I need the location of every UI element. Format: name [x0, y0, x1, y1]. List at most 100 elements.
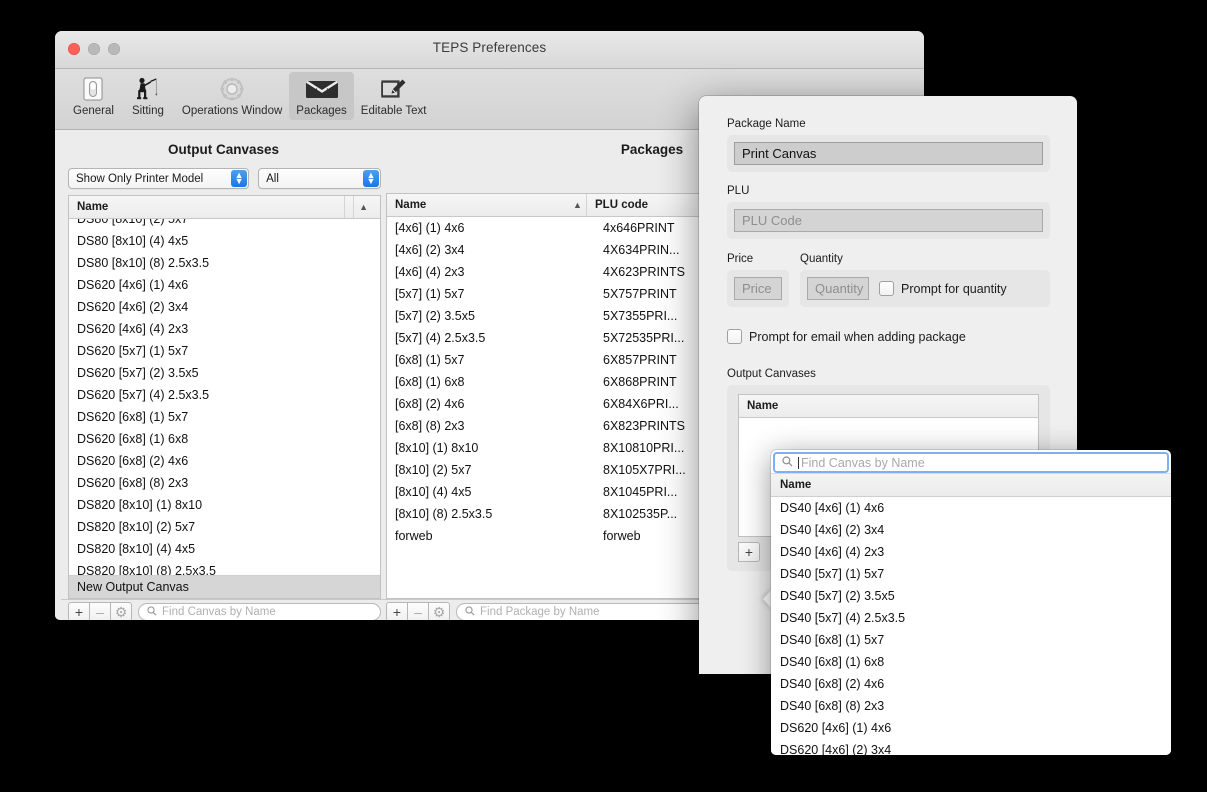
table-row[interactable]: DS80 [8x10] (8) 2.5x3.5 [69, 252, 380, 274]
table-row[interactable]: DS820 [8x10] (4) 4x5 [69, 538, 380, 560]
column-header-name[interactable]: Name [69, 196, 344, 218]
canvas-search-input[interactable]: Find Canvas by Name [138, 603, 381, 620]
output-canvases-table-body[interactable]: DS80 [8x10] (2) 5x7 DS80 [8x10] (4) 4x5 DS… [69, 219, 380, 575]
table-row[interactable]: DS80 [8x10] (2) 5x7 [69, 219, 380, 230]
output-canvas-name: DS620 [5x7] (1) 5x7 [77, 344, 189, 358]
list-item[interactable]: DS40 [6x8] (2) 4x6 [771, 673, 1171, 695]
package-name: [4x6] (1) 4x6 [395, 221, 465, 235]
list-item[interactable]: DS40 [5x7] (4) 2.5x3.5 [771, 607, 1171, 629]
toolbar-item-sitting[interactable]: Sitting [121, 72, 175, 120]
list-item[interactable]: DS40 [6x8] (1) 5x7 [771, 629, 1171, 651]
column-header-name[interactable]: Name [739, 395, 1038, 417]
package-name-label: Package Name [727, 118, 806, 130]
size-filter-select[interactable]: All ▲ ▼ [258, 168, 381, 189]
canvas-picker-popover: Find Canvas by Name Name DS40 [4x6] (1) … [771, 450, 1171, 755]
gear-icon [218, 76, 246, 102]
output-canvases-table: Name ▲ DS80 [8x10] (2) 5x7 DS80 [8x10] (4… [68, 195, 381, 599]
list-item[interactable]: DS40 [4x6] (1) 4x6 [771, 497, 1171, 519]
list-item[interactable]: DS40 [4x6] (2) 3x4 [771, 519, 1171, 541]
list-item[interactable]: DS620 [4x6] (2) 3x4 [771, 739, 1171, 755]
search-icon [782, 455, 793, 470]
quantity-group: Quantity Prompt for quantity [800, 270, 1050, 307]
remove-package-button[interactable]: – [407, 602, 428, 620]
output-canvas-name: DS620 [4x6] (1) 4x6 [77, 278, 189, 292]
price-field[interactable]: Price [734, 277, 782, 300]
toolbar-item-general[interactable]: General [66, 72, 121, 120]
add-canvas-button[interactable]: + [68, 602, 89, 620]
printer-model-filter-select[interactable]: Show Only Printer Model ▲ ▼ [68, 168, 250, 189]
table-row[interactable]: DS820 [8x10] (2) 5x7 [69, 516, 380, 538]
output-canvas-name: DS620 [6x8] (8) 2x3 [77, 476, 189, 490]
table-row[interactable]: DS820 [8x10] (1) 8x10 [69, 494, 380, 516]
sheet-output-canvases-label: Output Canvases [727, 368, 816, 380]
package-name: [5x7] (1) 5x7 [395, 287, 465, 301]
package-settings-gear-button[interactable]: ⚙ [428, 602, 450, 620]
package-name: [8x10] (8) 2.5x3.5 [395, 507, 493, 521]
toolbar-item-editable-text[interactable]: Editable Text [354, 72, 434, 120]
column-header-name[interactable]: Name [387, 194, 587, 216]
output-canvas-name: DS620 [4x6] (2) 3x4 [77, 300, 189, 314]
remove-canvas-button[interactable]: – [89, 602, 110, 620]
package-name-field[interactable]: Print Canvas [734, 142, 1043, 165]
list-item[interactable]: DS620 [4x6] (1) 4x6 [771, 717, 1171, 739]
prompt-for-email-checkbox-row[interactable]: Prompt for email when adding package [727, 329, 1050, 344]
package-name: [4x6] (4) 2x3 [395, 265, 465, 279]
plu-field[interactable]: PLU Code [734, 209, 1043, 232]
table-row[interactable]: DS820 [8x10] (8) 2.5x3.5 [69, 560, 380, 575]
prompt-for-email-label: Prompt for email when adding package [749, 329, 966, 344]
table-row[interactable]: DS620 [6x8] (8) 2x3 [69, 472, 380, 494]
window-titlebar: TEPS Preferences [55, 31, 924, 69]
table-row[interactable]: DS620 [4x6] (1) 4x6 [69, 274, 380, 296]
output-canvas-new-row-label: New Output Canvas [77, 580, 189, 594]
sheet-add-canvas-button[interactable]: + [738, 542, 760, 562]
list-item[interactable]: DS40 [5x7] (2) 3.5x5 [771, 585, 1171, 607]
list-item[interactable]: DS40 [6x8] (8) 2x3 [771, 695, 1171, 717]
table-row[interactable]: DS620 [4x6] (4) 2x3 [69, 318, 380, 340]
quantity-placeholder: Quantity [815, 281, 864, 296]
output-canvases-pane: Output Canvases Show Only Printer Model … [55, 130, 386, 620]
prompt-for-quantity-checkbox[interactable] [879, 281, 894, 296]
price-quantity-row: Price Price Quantity Quantity Prompt for… [727, 253, 1050, 307]
output-canvas-name: DS80 [8x10] (8) 2.5x3.5 [77, 256, 210, 270]
toolbar-item-operations-window[interactable]: Operations Window [175, 72, 289, 120]
canvas-search-placeholder: Find Canvas by Name [162, 606, 276, 618]
popover-list[interactable]: DS40 [4x6] (1) 4x6 DS40 [4x6] (2) 3x4 DS40… [771, 497, 1171, 755]
table-row[interactable]: DS80 [8x10] (4) 4x5 [69, 230, 380, 252]
sort-ascending-icon: ▲ [573, 200, 582, 210]
list-item[interactable]: DS40 [6x8] (1) 6x8 [771, 651, 1171, 673]
toolbar-item-packages[interactable]: Packages [289, 72, 354, 120]
table-row[interactable]: DS620 [6x8] (1) 6x8 [69, 428, 380, 450]
popover-search-input[interactable]: Find Canvas by Name [773, 452, 1169, 473]
prompt-for-quantity-label: Prompt for quantity [901, 281, 1007, 296]
add-package-button[interactable]: + [386, 602, 407, 620]
table-row[interactable]: DS620 [5x7] (2) 3.5x5 [69, 362, 380, 384]
output-canvases-filters: Show Only Printer Model ▲ ▼ All ▲ ▼ [61, 168, 386, 195]
output-canvas-name: DS620 [6x8] (2) 4x6 [77, 454, 189, 468]
package-name: [6x8] (1) 6x8 [395, 375, 465, 389]
table-row[interactable]: DS620 [6x8] (1) 5x7 [69, 406, 380, 428]
prompt-for-email-checkbox[interactable] [727, 329, 742, 344]
list-item[interactable]: DS40 [4x6] (4) 2x3 [771, 541, 1171, 563]
canvas-settings-gear-button[interactable]: ⚙ [110, 602, 132, 620]
toolbar-label-packages: Packages [296, 105, 347, 117]
popover-column-header-name[interactable]: Name [771, 473, 1171, 497]
table-row[interactable]: DS620 [4x6] (2) 3x4 [69, 296, 380, 318]
table-row[interactable]: DS620 [6x8] (2) 4x6 [69, 450, 380, 472]
table-row[interactable]: DS620 [5x7] (4) 2.5x3.5 [69, 384, 380, 406]
package-search-placeholder: Find Package by Name [480, 606, 600, 618]
person-fishing-icon [135, 76, 161, 102]
output-canvas-name: DS80 [8x10] (4) 4x5 [77, 234, 189, 248]
output-canvas-name: DS620 [6x8] (1) 6x8 [77, 432, 189, 446]
toolbar-label-general: General [73, 105, 114, 117]
package-name: [5x7] (4) 2.5x3.5 [395, 331, 486, 345]
package-name: forweb [395, 529, 433, 543]
prompt-for-quantity-checkbox-row[interactable]: Prompt for quantity [879, 281, 1007, 296]
table-row[interactable]: DS620 [5x7] (1) 5x7 [69, 340, 380, 362]
plu-label: PLU [727, 185, 750, 197]
search-icon [465, 605, 475, 619]
chevron-updown-icon: ▲ ▼ [363, 170, 379, 187]
output-canvas-name: DS820 [8x10] (4) 4x5 [77, 542, 196, 556]
output-canvas-new-row[interactable]: New Output Canvas [69, 575, 380, 598]
quantity-field[interactable]: Quantity [807, 277, 869, 300]
list-item[interactable]: DS40 [5x7] (1) 5x7 [771, 563, 1171, 585]
